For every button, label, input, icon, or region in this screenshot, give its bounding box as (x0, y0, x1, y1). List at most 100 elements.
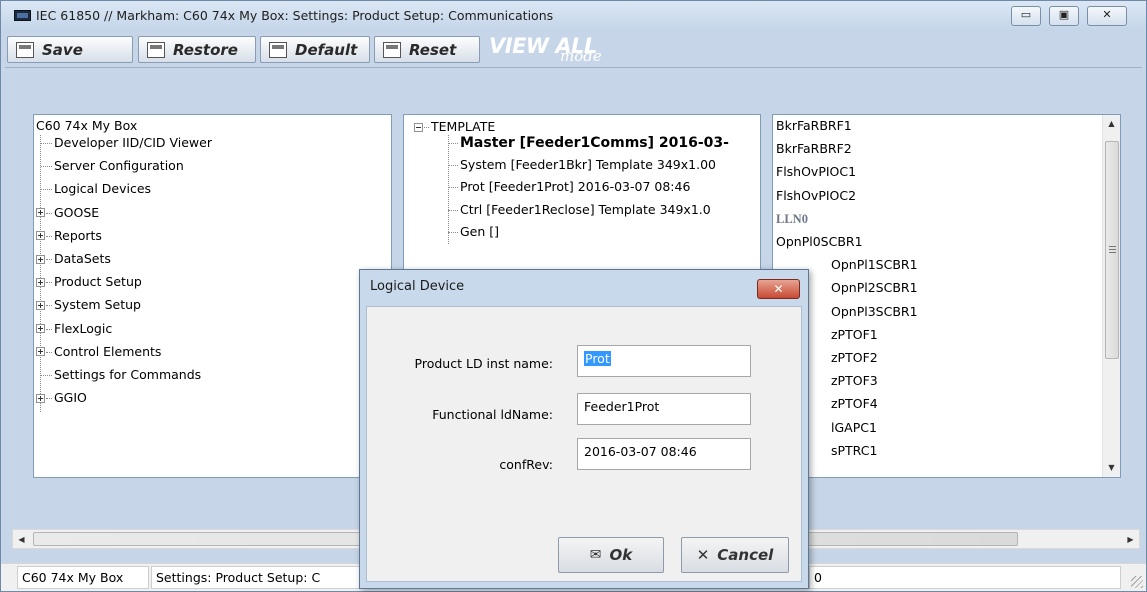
tree-connector (46, 212, 52, 214)
tree-connector (448, 209, 458, 211)
tree-connector (40, 135, 41, 412)
template-item[interactable]: Master [Feeder1Comms] 2016-03- (460, 135, 729, 151)
list-item[interactable]: sPTRC1 (831, 443, 877, 459)
expand-icon[interactable] (36, 231, 45, 241)
settings-tree[interactable]: C60 74x My Box Developer IID/CID Viewer S… (33, 114, 392, 478)
list-item[interactable]: FlshOvPIOC2 (776, 188, 856, 204)
tree-item[interactable]: Developer IID/CID Viewer (54, 135, 212, 151)
ok-button[interactable]: ✉ Ok (558, 537, 664, 573)
list-item[interactable]: lGAPC1 (831, 420, 877, 436)
list-item[interactable]: FlshOvPIOC1 (776, 164, 856, 180)
ok-label: Ok (609, 546, 633, 564)
tree-connector (46, 328, 52, 330)
confrev-value: 2016-03-07 08:46 (584, 444, 697, 459)
view-all-mode-label: mode (560, 47, 602, 65)
close-icon: ✕ (773, 282, 784, 296)
list-item[interactable]: zPTOF1 (831, 327, 878, 343)
tree-item[interactable]: GGIO (54, 390, 87, 406)
list-item[interactable]: OpnPl1SCBR1 (831, 257, 918, 273)
reset-button[interactable]: Reset (374, 36, 480, 63)
node-list[interactable]: BkrFaRBRF1 BkrFaRBRF2 FlshOvPIOC1 FlshOvPIO… (772, 114, 1121, 478)
expand-icon[interactable] (36, 254, 45, 264)
product-ld-inst-name-field[interactable]: Prot (577, 345, 751, 377)
expand-icon[interactable] (36, 347, 45, 357)
tree-connector (41, 143, 52, 144)
confrev-label: confRev: (499, 457, 553, 472)
cancel-icon: ✕ (696, 546, 710, 564)
template-root[interactable]: TEMPLATE (431, 119, 495, 135)
restore-button[interactable]: Restore (138, 36, 256, 63)
resize-grip[interactable] (1131, 576, 1143, 588)
collapse-icon[interactable] (414, 123, 423, 132)
save-label: Save (42, 40, 83, 59)
dialog-close-button[interactable]: ✕ (757, 279, 800, 299)
tree-connector (41, 166, 52, 168)
functional-ldname-label: Functional ldName: (432, 407, 553, 422)
template-item[interactable]: Ctrl [Feeder1Reclose] Template 349x1.0 (460, 202, 711, 218)
save-button[interactable]: Save (7, 36, 133, 63)
tree-connector (448, 143, 458, 144)
status-device: C60 74x My Box (17, 566, 149, 589)
tree-item[interactable]: GOOSE (54, 205, 99, 221)
tree-connector (46, 282, 52, 284)
tree-item[interactable]: Logical Devices (54, 181, 151, 197)
window-title: IEC 61850 // Markham: C60 74x My Box: Se… (36, 8, 554, 23)
scroll-right-icon[interactable]: ▶ (1122, 531, 1139, 548)
title-bar: IEC 61850 // Markham: C60 74x My Box: Se… (1, 1, 1146, 31)
envelope-icon: ✉ (589, 547, 602, 563)
template-item[interactable]: System [Feeder1Bkr] Template 349x1.00 (460, 157, 716, 173)
dialog-title: Logical Device (370, 279, 465, 294)
tree-root[interactable]: C60 74x My Box (36, 118, 137, 134)
list-item[interactable]: BkrFaRBRF1 (776, 118, 852, 134)
tree-connector (46, 259, 52, 260)
main-window: IEC 61850 // Markham: C60 74x My Box: Se… (0, 0, 1147, 592)
tree-item[interactable]: DataSets (54, 251, 111, 267)
tree-connector (448, 135, 449, 244)
tree-item[interactable]: System Setup (54, 297, 141, 313)
list-item[interactable]: OpnPl0SCBR1 (776, 234, 863, 250)
expand-icon[interactable] (36, 324, 45, 334)
expand-icon[interactable] (36, 393, 45, 403)
list-item[interactable]: OpnPl2SCBR1 (831, 280, 918, 296)
minimize-button[interactable]: ▭ (1011, 6, 1041, 26)
vertical-scrollbar[interactable]: ▲ ▼ (1102, 115, 1120, 477)
list-item[interactable]: zPTOF3 (831, 373, 878, 389)
close-button[interactable]: ✕ (1087, 6, 1127, 26)
restore-label: Restore (173, 40, 238, 59)
template-tree[interactable]: TEMPLATE Master [Feeder1Comms] 2016-03- S… (403, 114, 761, 274)
cancel-label: Cancel (717, 546, 774, 564)
scroll-down-icon[interactable]: ▼ (1103, 459, 1120, 476)
tree-connector (46, 351, 52, 353)
tree-item[interactable]: FlexLogic (54, 321, 112, 337)
tree-connector (448, 187, 458, 189)
functional-ldname-field[interactable]: Feeder1Prot (577, 393, 751, 425)
list-item[interactable]: zPTOF2 (831, 350, 878, 366)
list-item[interactable]: LLN0 (776, 211, 808, 227)
tree-connector (448, 165, 458, 167)
tree-connector (41, 375, 52, 376)
template-item[interactable]: Gen [] (460, 224, 499, 240)
tree-item[interactable]: Control Elements (54, 344, 161, 360)
scroll-left-icon[interactable]: ◀ (13, 531, 30, 548)
expand-icon[interactable] (36, 208, 45, 218)
list-item[interactable]: OpnPl3SCBR1 (831, 304, 918, 320)
scroll-up-icon[interactable]: ▲ (1103, 115, 1120, 132)
tree-connector (41, 189, 52, 191)
list-item[interactable]: zPTOF4 (831, 396, 878, 412)
cancel-button[interactable]: ✕ Cancel (681, 537, 789, 573)
expand-icon[interactable] (36, 277, 45, 287)
tree-item[interactable]: Reports (54, 228, 102, 244)
tree-item[interactable]: Settings for Commands (54, 367, 201, 383)
list-item[interactable]: BkrFaRBRF2 (776, 141, 852, 157)
default-button[interactable]: Default (260, 36, 370, 63)
expand-icon[interactable] (36, 300, 45, 310)
template-item[interactable]: Prot [Feeder1Prot] 2016-03-07 08:46 (460, 179, 690, 195)
tree-item[interactable]: Server Configuration (54, 158, 184, 174)
maximize-button[interactable]: ▣ (1049, 6, 1079, 26)
confrev-field[interactable]: 2016-03-07 08:46 (577, 438, 751, 470)
default-label: Default (295, 40, 358, 59)
tree-item[interactable]: Product Setup (54, 274, 142, 290)
reset-icon (383, 41, 401, 58)
scroll-thumb[interactable] (1105, 141, 1119, 359)
tree-connector (46, 235, 52, 237)
